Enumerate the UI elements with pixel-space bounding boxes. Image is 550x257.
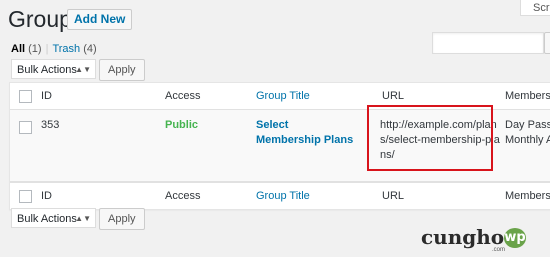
filter-trash-link[interactable]: Trash	[52, 43, 80, 55]
select-all-checkbox[interactable]	[19, 90, 32, 103]
filter-trash-count: (4)	[83, 43, 97, 55]
column-footer-group-title[interactable]: Group Title	[256, 190, 310, 202]
column-footer-access[interactable]: Access	[165, 190, 200, 202]
row-group-title-link[interactable]: Select Membership Plans	[256, 118, 356, 148]
watermark-logo-text: cunghoc	[421, 225, 517, 249]
table-footer-row: ID Access Group Title URL Membersh	[10, 182, 550, 209]
search-button[interactable]	[544, 32, 550, 54]
filter-all-count: (1)	[28, 43, 42, 55]
row-checkbox[interactable]	[19, 121, 32, 134]
row-members-line-2: Monthly Ac	[505, 134, 550, 146]
add-new-button[interactable]: Add New	[67, 9, 133, 30]
url-highlight-box	[367, 105, 493, 171]
bulk-actions-select-top[interactable]: Bulk Actions ▲▼	[11, 59, 96, 79]
status-filter-links: All (1) | Trash (4)	[11, 43, 97, 55]
select-arrows-icon: ▲▼	[75, 65, 91, 74]
apply-button-bottom[interactable]: Apply	[99, 208, 145, 230]
row-members: Day Pass, Monthly Ac	[505, 118, 550, 148]
column-header-access[interactable]: Access	[165, 90, 200, 102]
filter-all-link[interactable]: All	[11, 43, 25, 55]
column-header-group-title[interactable]: Group Title	[256, 90, 310, 102]
watermark-logo-badge: wp	[504, 228, 526, 248]
column-footer-members: Membersh	[505, 190, 550, 202]
row-id: 353	[41, 119, 60, 131]
select-all-checkbox-footer[interactable]	[19, 190, 32, 203]
apply-button-top[interactable]: Apply	[99, 59, 145, 81]
bulk-actions-value: Bulk Actions	[17, 213, 77, 225]
watermark-domain-suffix: .com	[492, 247, 506, 253]
filter-separator: |	[45, 43, 49, 55]
row-members-line-1: Day Pass,	[505, 119, 550, 131]
select-arrows-icon: ▲▼	[75, 214, 91, 223]
bulk-actions-select-bottom[interactable]: Bulk Actions ▲▼	[11, 208, 96, 228]
column-header-members: Membersh	[505, 90, 550, 102]
column-footer-url: URL	[382, 190, 405, 202]
search-input[interactable]	[432, 32, 544, 54]
bulk-actions-value: Bulk Actions	[17, 64, 77, 76]
column-header-id[interactable]: ID	[41, 90, 52, 102]
column-footer-id[interactable]: ID	[41, 190, 52, 202]
column-header-url: URL	[382, 90, 405, 102]
row-access-status: Public	[165, 119, 199, 131]
screen-options-button[interactable]: Scre	[520, 0, 550, 16]
